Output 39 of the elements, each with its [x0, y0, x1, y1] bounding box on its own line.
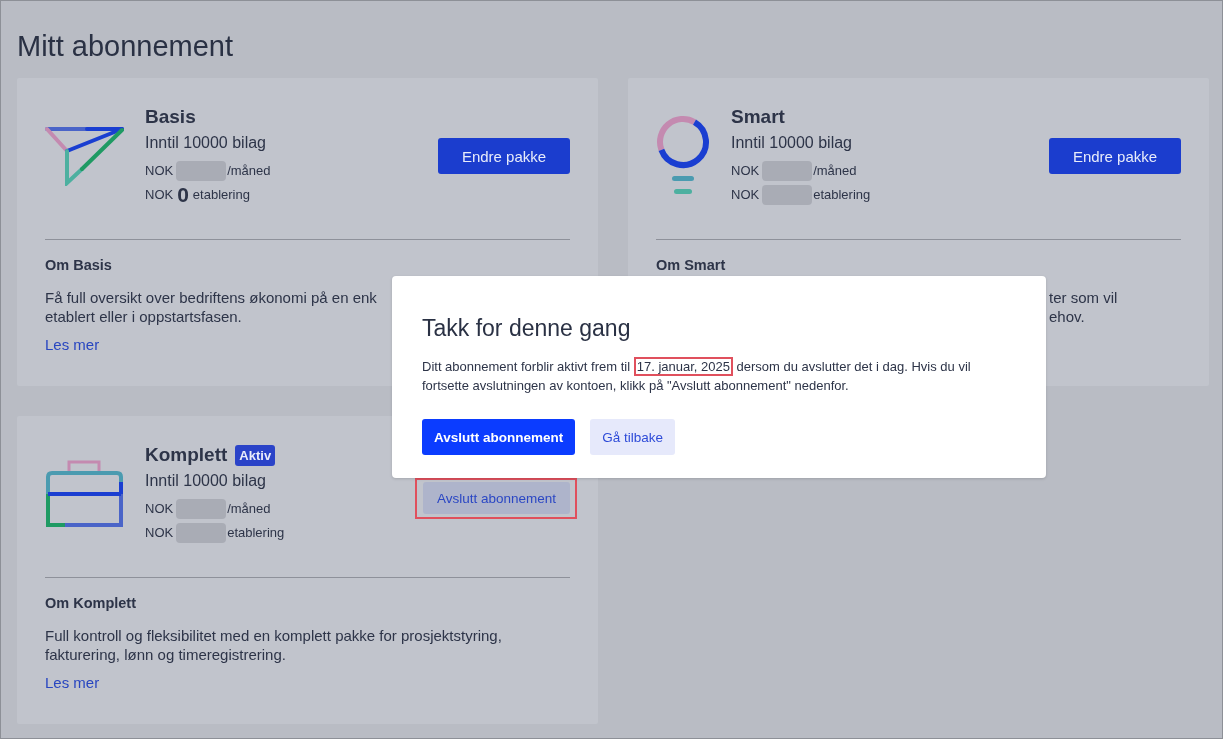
plan-title: Komplett [145, 444, 228, 466]
dialog-title: Takk for denne gang [422, 314, 631, 342]
plan-description: Full kontroll og fleksibilitet med en komplett pakke for prosjektstyring, fakturering, lønn og timeregistrering. [45, 626, 502, 664]
price-unit: etablering [813, 186, 871, 204]
plan-description: ter som vil ehov. [1049, 288, 1118, 326]
currency-label: NOK [145, 186, 174, 204]
dialog-message: Ditt abonnement forblir aktivt frem til 17. januar, 2025 dersom du avslutter det i dag. Hvis du vil fortsette avslutningen av kontoen, klikk på "Avslutt abonnement" nedenfor. [422, 357, 972, 395]
lightbulb-icon [656, 116, 710, 196]
currency-label: NOK [145, 524, 174, 542]
plan-title: Smart [731, 106, 785, 128]
read-more-link[interactable]: Les mer [45, 336, 100, 354]
plan-title: Basis [145, 106, 196, 128]
cancel-subscription-button[interactable]: Avslutt abonnement [423, 482, 570, 514]
read-more-link[interactable]: Les mer [45, 674, 100, 692]
change-plan-button[interactable]: Endre pakke [438, 138, 570, 174]
currency-label: NOK [145, 162, 174, 180]
section-heading: Om Smart [656, 256, 726, 274]
section-heading: Om Basis [45, 256, 112, 274]
confirm-cancel-button[interactable]: Avslutt abonnement [422, 419, 576, 455]
page-title: Mitt abonnement [17, 30, 233, 62]
section-heading: Om Komplett [45, 594, 137, 612]
briefcase-icon [45, 460, 124, 528]
price-unit: /måned [227, 500, 271, 518]
plan-description: Få full oversikt over bedriftens økonomi på en enk etablert eller i oppstartsfasen. [45, 288, 377, 326]
currency-label: NOK [145, 500, 174, 518]
currency-label: NOK [731, 186, 760, 204]
voucher-limit: Inntil 10000 bilag [145, 471, 266, 491]
price-unit: etablering [192, 186, 250, 204]
currency-label: NOK [731, 162, 760, 180]
price-unit: /måned [227, 162, 271, 180]
price-amount: 0 [177, 185, 189, 205]
status-badge: Aktiv [235, 444, 276, 466]
voucher-limit: Inntil 10000 bilag [731, 133, 852, 153]
price-unit: etablering [227, 524, 285, 542]
paper-plane-icon [45, 126, 124, 186]
change-plan-button[interactable]: Endre pakke [1049, 138, 1181, 174]
go-back-button[interactable]: Gå tilbake [590, 419, 676, 455]
price-unit: /måned [813, 162, 857, 180]
voucher-limit: Inntil 10000 bilag [145, 133, 266, 153]
